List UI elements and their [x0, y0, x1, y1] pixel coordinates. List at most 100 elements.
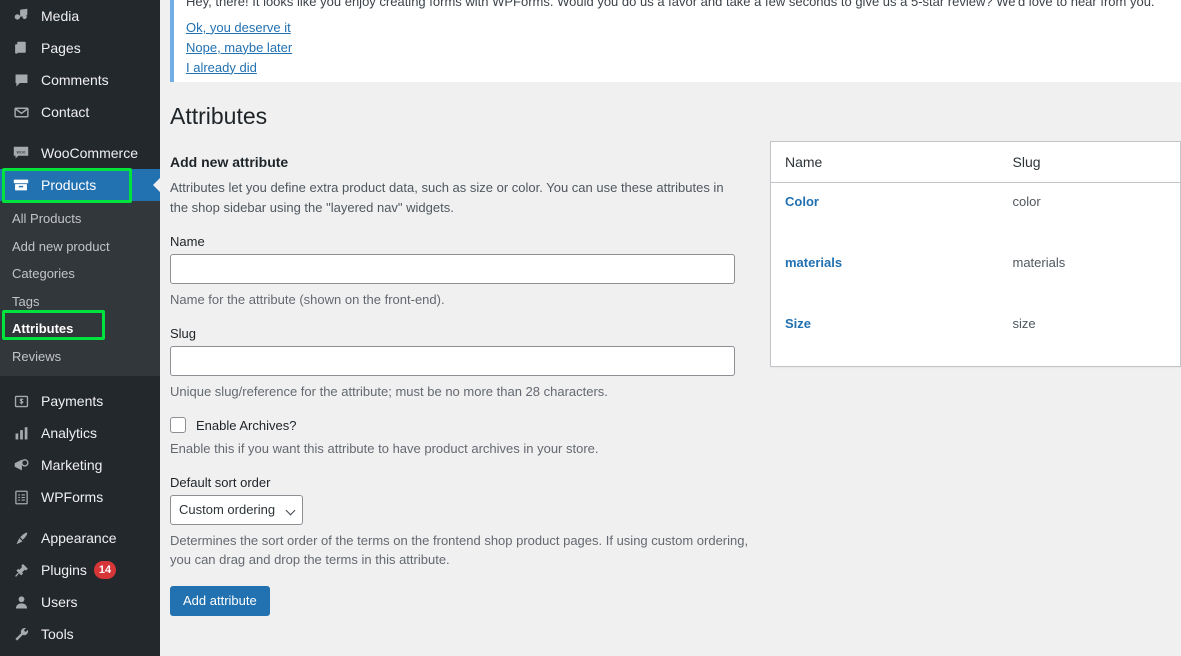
sidebar-item-media[interactable]: Media — [0, 0, 160, 32]
admin-main-content: Hey, there! It looks like you enjoy crea… — [160, 0, 1181, 656]
sidebar-item-contact[interactable]: Contact — [0, 96, 160, 128]
slug-field-hint: Unique slug/reference for the attribute;… — [170, 383, 608, 399]
column-header-name[interactable]: Name — [770, 141, 999, 183]
column-header-slug[interactable]: Slug — [998, 141, 1181, 183]
notice-text: Hey, there! It looks like you enjoy crea… — [186, 0, 1155, 9]
sidebar-item-payments[interactable]: Payments — [0, 385, 160, 417]
notice-link-later[interactable]: Nope, maybe later — [186, 38, 292, 58]
wordpress-admin-screen: Media Pages Comments Contact woo WooComm… — [0, 0, 1181, 656]
attribute-slug-input[interactable] — [170, 345, 735, 376]
payments-icon — [10, 393, 32, 410]
enable-archives-row[interactable]: Enable Archives? — [170, 417, 756, 434]
sidebar-item-tags[interactable]: Tags — [0, 288, 160, 316]
sidebar-item-label: Comments — [41, 72, 109, 88]
add-attribute-button[interactable]: Add attribute — [170, 585, 270, 616]
attribute-name-input[interactable] — [170, 254, 735, 285]
comments-icon — [10, 72, 32, 89]
notice-link-ok[interactable]: Ok, you deserve it — [186, 18, 291, 38]
sidebar-item-products[interactable]: Products — [0, 169, 160, 201]
attribute-name-link[interactable]: Size — [785, 316, 811, 331]
sort-order-label: Default sort order — [170, 474, 271, 490]
table-row: materials materials — [771, 244, 1181, 305]
sort-order-select[interactable]: Custom ordering — [170, 494, 303, 525]
cell-attribute-name: Size — [771, 305, 999, 367]
enable-archives-hint: Enable this if you want this attribute t… — [170, 441, 599, 457]
sidebar-item-reviews[interactable]: Reviews — [0, 343, 160, 371]
sidebar-item-wpforms[interactable]: WPForms — [0, 481, 160, 513]
page-columns: Add new attribute Attributes let you def… — [170, 140, 1181, 616]
sidebar-item-label: Products — [41, 177, 97, 193]
analytics-icon — [10, 425, 32, 442]
appearance-icon — [10, 530, 32, 547]
wpforms-icon — [10, 489, 32, 506]
sidebar-item-label: Media — [41, 8, 80, 24]
menu-separator — [0, 128, 160, 137]
table-row: Color color — [771, 182, 1181, 244]
name-field-hint: Name for the attribute (shown on the fro… — [170, 292, 445, 308]
add-new-attribute-description: Attributes let you define extra product … — [170, 179, 724, 216]
wpforms-review-notice: Hey, there! It looks like you enjoy crea… — [170, 0, 1181, 82]
cell-attribute-slug: size — [1012, 315, 1036, 331]
table-header-row: Name Slug — [770, 141, 1181, 183]
sort-order-select-wrap: Custom ordering — [170, 494, 303, 525]
sidebar-item-plugins[interactable]: Plugins 14 — [0, 554, 160, 586]
sidebar-item-label: Analytics — [41, 425, 98, 442]
sidebar-item-categories[interactable]: Categories — [0, 260, 160, 288]
table-row: Size size — [771, 305, 1181, 367]
sidebar-item-settings[interactable]: Settings — [0, 650, 160, 656]
woocommerce-icon: woo — [10, 144, 32, 162]
contact-icon — [10, 104, 32, 121]
sidebar-item-label: Plugins — [41, 562, 87, 579]
attribute-name-link[interactable]: Color — [785, 194, 819, 209]
users-icon — [10, 594, 32, 611]
name-field-label: Name — [170, 234, 205, 250]
svg-text:woo: woo — [16, 150, 25, 155]
admin-sidebar: Media Pages Comments Contact woo WooComm… — [0, 0, 160, 656]
pages-icon — [10, 40, 32, 57]
sidebar-item-label: Tools — [41, 626, 74, 643]
products-submenu: All Products Add new product Categories … — [0, 201, 160, 377]
notice-link-already-did[interactable]: I already did — [186, 58, 257, 78]
sidebar-item-comments[interactable]: Comments — [0, 64, 160, 96]
sidebar-item-label: Payments — [41, 393, 104, 410]
sidebar-item-marketing[interactable]: Marketing — [0, 449, 160, 481]
tools-icon — [10, 626, 32, 643]
enable-archives-checkbox[interactable] — [170, 417, 186, 434]
sidebar-item-label: Marketing — [41, 457, 103, 474]
page-title: Attributes — [170, 103, 268, 129]
enable-archives-label: Enable Archives? — [196, 417, 297, 433]
cell-attribute-slug: materials — [1012, 254, 1066, 270]
plugins-update-badge: 14 — [93, 561, 117, 580]
plugins-icon — [10, 562, 32, 579]
sidebar-item-label: Pages — [41, 40, 81, 56]
products-icon — [10, 176, 32, 194]
menu-separator — [0, 376, 160, 385]
sidebar-item-appearance[interactable]: Appearance — [0, 522, 160, 554]
cell-attribute-name: Color — [771, 182, 999, 244]
sort-order-hint: Determines the sort order of the terms o… — [170, 532, 749, 568]
menu-separator — [0, 513, 160, 522]
cell-attribute-slug: color — [1012, 193, 1041, 209]
sidebar-item-label: Users — [41, 594, 78, 611]
attribute-name-link[interactable]: materials — [785, 255, 842, 270]
sidebar-item-tools[interactable]: Tools — [0, 618, 160, 650]
attributes-page: Attributes Add new attribute Attributes … — [160, 82, 1181, 616]
cell-attribute-name: materials — [771, 244, 999, 305]
media-icon — [10, 7, 32, 25]
attributes-table: Name Slug Color color materials material… — [770, 140, 1181, 367]
add-new-attribute-heading: Add new attribute — [170, 153, 289, 170]
slug-field-label: Slug — [170, 325, 197, 341]
current-menu-arrow — [153, 177, 160, 193]
sidebar-item-label: Contact — [41, 104, 90, 120]
sidebar-item-add-new-product[interactable]: Add new product — [0, 233, 160, 261]
sidebar-item-label: WooCommerce — [41, 145, 138, 161]
sidebar-item-all-products[interactable]: All Products — [0, 205, 160, 233]
sidebar-item-analytics[interactable]: Analytics — [0, 417, 160, 449]
sidebar-item-woocommerce[interactable]: woo WooCommerce — [0, 137, 160, 169]
existing-attributes-panel: Name Slug Color color materials material… — [770, 140, 1181, 367]
sidebar-item-attributes[interactable]: Attributes — [0, 315, 160, 343]
sidebar-item-pages[interactable]: Pages — [0, 32, 160, 64]
sidebar-item-users[interactable]: Users — [0, 586, 160, 618]
sidebar-item-label: WPForms — [41, 489, 104, 506]
marketing-icon — [10, 456, 32, 474]
